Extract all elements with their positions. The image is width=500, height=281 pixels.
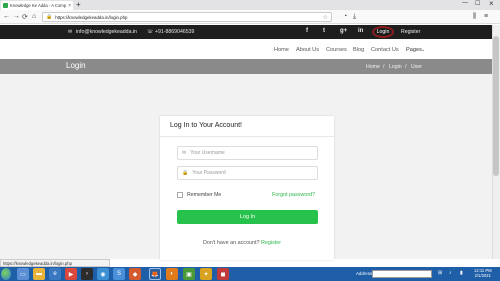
signup-text: Don't have an account? xyxy=(203,240,260,246)
app-icon[interactable]: ◉ xyxy=(97,268,109,280)
top-register-link[interactable]: Register xyxy=(401,29,420,35)
login-button[interactable]: Log In xyxy=(177,210,318,224)
login-card xyxy=(160,116,334,260)
password-input[interactable] xyxy=(192,170,303,176)
app4-icon[interactable]: ▣ xyxy=(183,268,195,280)
breadcrumb-home[interactable]: Home xyxy=(366,64,380,70)
download-icon[interactable]: ⤓ xyxy=(353,13,356,21)
bookmark-star-icon[interactable]: ☆ xyxy=(323,14,328,21)
username-field[interactable]: ✉ xyxy=(177,146,318,160)
lock-icon: 🔒 xyxy=(46,14,53,20)
new-tab-button[interactable]: + xyxy=(76,0,81,9)
nav-about-us[interactable]: About Us xyxy=(296,47,319,53)
nav-courses[interactable]: Courses xyxy=(326,47,347,53)
envelope-icon: ✉ xyxy=(182,150,187,156)
url-text[interactable]: https://knowledgekeadda.in/login.php xyxy=(55,15,319,20)
close-window-button[interactable]: × xyxy=(489,0,494,8)
lock-icon: 🔒 xyxy=(182,170,189,176)
twitter-icon[interactable]: t xyxy=(323,28,325,34)
ie-icon[interactable]: e xyxy=(49,268,61,280)
app3-icon[interactable]: ◐ xyxy=(166,268,178,280)
nav-pages[interactable]: Pages xyxy=(406,47,422,53)
nav-blog[interactable]: Blog xyxy=(353,47,364,53)
nav-home[interactable]: Home xyxy=(274,47,289,53)
site-top-bar xyxy=(0,25,500,39)
register-link[interactable]: Register xyxy=(261,240,281,246)
volume-icon[interactable]: ♪ xyxy=(449,270,452,276)
facebook-icon[interactable]: f xyxy=(306,28,308,34)
cmd-icon[interactable]: › xyxy=(81,268,93,280)
divider xyxy=(160,136,334,137)
app2-icon[interactable]: ◆ xyxy=(129,268,141,280)
phone-icon: ☏ xyxy=(147,29,154,35)
breadcrumb-login[interactable]: Login xyxy=(389,64,402,70)
status-url: https://knowledgekeadda.in/login.php xyxy=(0,259,110,267)
maximize-button[interactable]: ☐ xyxy=(475,0,480,7)
file-explorer-icon[interactable]: ▬ xyxy=(33,268,45,280)
address-label: Address xyxy=(356,271,373,276)
forward-button[interactable]: → xyxy=(13,13,20,20)
network-icon[interactable]: ⊞ xyxy=(438,270,442,276)
chevron-down-icon: ⌄ xyxy=(421,47,426,53)
browser-tab[interactable]: Knowledge Ke Adda - A Complete I × xyxy=(1,1,73,10)
address-toolbar-input[interactable] xyxy=(372,270,432,278)
home-button[interactable]: ⌂ xyxy=(32,13,36,20)
contact-email[interactable]: info@knowledgekeadda.in xyxy=(76,29,137,35)
signup-prompt: Don't have an account? Register xyxy=(203,240,281,246)
library-icon[interactable]: ⫼ xyxy=(473,13,476,21)
email-icon: ✉ xyxy=(68,29,73,35)
tab-title: Knowledge Ke Adda - A Complete I xyxy=(10,3,67,8)
media-player-icon[interactable]: ▶ xyxy=(65,268,77,280)
remember-me[interactable]: Remember Me xyxy=(177,192,221,198)
task-view-icon[interactable]: ▭ xyxy=(17,268,29,280)
tab-close-icon[interactable]: × xyxy=(68,3,71,9)
login-card-title: Log In to Your Account! xyxy=(170,122,243,129)
top-login-label: Login xyxy=(376,29,390,35)
reload-button[interactable]: ⟳ xyxy=(22,13,28,21)
remember-me-label: Remember Me xyxy=(187,192,222,198)
forgot-password-link[interactable]: Forgot password? xyxy=(272,192,315,198)
password-field[interactable]: 🔒 xyxy=(177,166,318,180)
contact-phone[interactable]: +91-8869046539 xyxy=(155,29,194,35)
menu-icon[interactable]: ≡ xyxy=(484,13,488,20)
linkedin-icon[interactable]: in xyxy=(358,28,363,34)
pocket-icon[interactable]: ◔ xyxy=(343,13,347,20)
google-plus-icon[interactable]: g+ xyxy=(340,28,347,34)
back-button[interactable]: ← xyxy=(3,13,10,20)
breadcrumb-separator: / xyxy=(383,64,385,70)
app6-icon[interactable]: ◼ xyxy=(217,268,229,280)
start-button-icon[interactable] xyxy=(1,268,11,280)
browser-tab-strip xyxy=(0,0,500,10)
username-input[interactable] xyxy=(190,150,301,156)
remember-me-checkbox[interactable] xyxy=(177,192,183,198)
scrollbar-thumb[interactable] xyxy=(493,36,499,176)
battery-icon[interactable]: ▮ xyxy=(460,270,463,276)
site-favicon-icon xyxy=(3,3,8,8)
app5-icon[interactable]: ✦ xyxy=(200,268,212,280)
page-title: Login xyxy=(66,61,86,70)
top-login-link[interactable]: Login xyxy=(372,26,394,38)
firefox-icon[interactable]: 🦊 xyxy=(149,268,161,280)
nav-contact-us[interactable]: Contact Us xyxy=(371,47,399,53)
url-bar[interactable]: 🔒 https://knowledgekeadda.in/login.php ☆ xyxy=(42,12,332,22)
skype-icon[interactable]: S xyxy=(113,268,125,280)
breadcrumb-user: User xyxy=(411,64,422,70)
taskbar-clock[interactable]: 12:11 PM 2/1/2021 xyxy=(474,268,492,278)
minimize-button[interactable]: — xyxy=(462,0,468,6)
clock-date: 2/1/2021 xyxy=(474,273,491,278)
breadcrumb-separator: / xyxy=(405,64,407,70)
